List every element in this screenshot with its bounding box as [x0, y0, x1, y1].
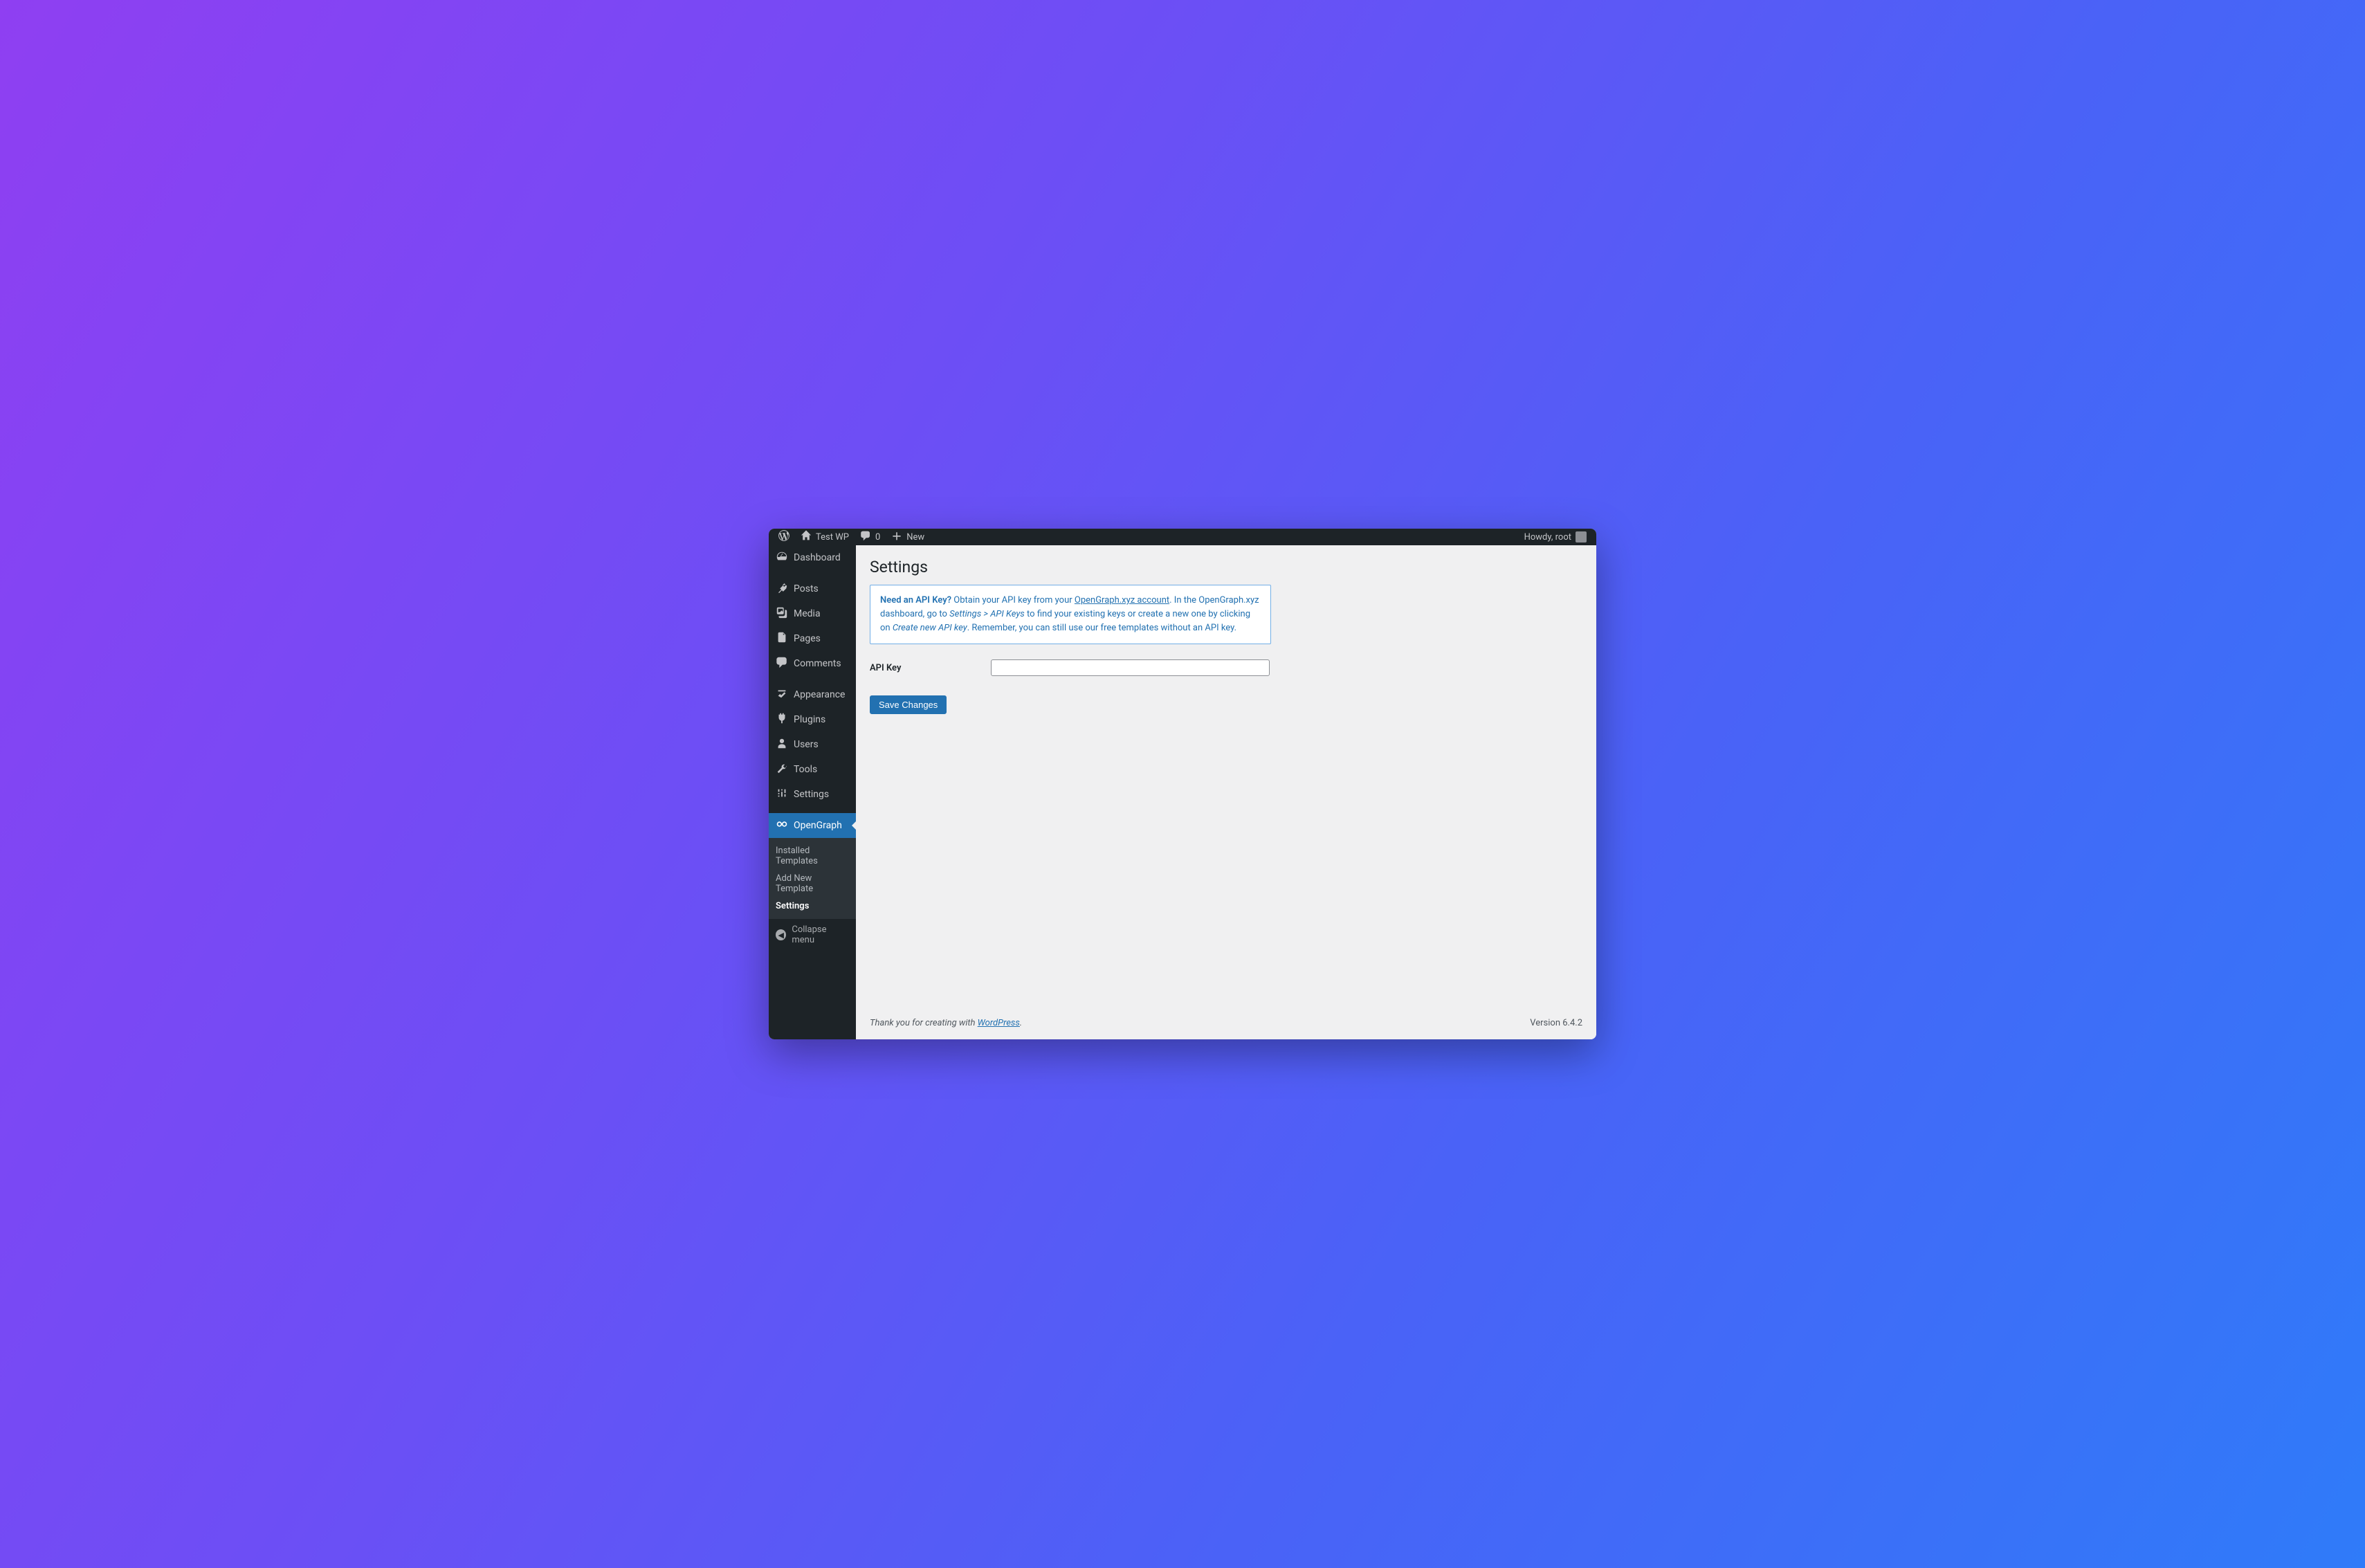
sidebar-item-settings[interactable]: Settings — [769, 782, 856, 807]
content-area: Settings Need an API Key? Obtain your AP… — [856, 545, 1596, 1039]
sidebar-item-label: Settings — [794, 789, 829, 800]
comment-icon — [860, 530, 871, 544]
settings-icon — [776, 787, 788, 802]
sidebar-item-label: Tools — [794, 764, 817, 775]
page-title: Settings — [870, 545, 1582, 585]
sidebar-item-label: OpenGraph — [794, 820, 842, 831]
sidebar-item-label: Posts — [794, 583, 819, 594]
api-key-notice: Need an API Key? Obtain your API key fro… — [870, 585, 1271, 644]
submenu-item-add-new-template[interactable]: Add New Template — [769, 870, 856, 897]
sidebar-item-label: Plugins — [794, 714, 825, 725]
sidebar-item-comments[interactable]: Comments — [769, 651, 856, 676]
plugin-icon — [776, 712, 788, 727]
page-icon — [776, 631, 788, 646]
opengraph-icon — [776, 818, 788, 833]
api-key-input[interactable] — [991, 659, 1270, 676]
sidebar-item-plugins[interactable]: Plugins — [769, 707, 856, 732]
sidebar-item-pages[interactable]: Pages — [769, 626, 856, 651]
api-key-label: API Key — [870, 663, 991, 673]
sidebar-item-media[interactable]: Media — [769, 601, 856, 626]
sidebar-item-label: Users — [794, 739, 819, 750]
version-text: Version 6.4.2 — [1530, 1018, 1582, 1028]
media-icon — [776, 606, 788, 621]
sidebar-item-label: Comments — [794, 658, 841, 669]
new-label: New — [906, 532, 924, 543]
avatar-icon — [1576, 531, 1587, 543]
api-key-row: API Key — [870, 659, 1582, 676]
new-content-link[interactable]: New — [886, 529, 930, 545]
collapse-icon: ◀ — [776, 929, 786, 940]
user-menu[interactable]: Howdy, root — [1519, 529, 1592, 545]
sidebar-item-appearance[interactable]: Appearance — [769, 682, 856, 707]
plus-icon — [891, 530, 902, 544]
sidebar-item-label: Media — [794, 608, 821, 619]
wordpress-logo-menu[interactable] — [773, 529, 795, 545]
notice-lead: Need an API Key? — [880, 595, 951, 605]
sidebar-item-dashboard[interactable]: Dashboard — [769, 545, 856, 570]
sidebar-item-opengraph[interactable]: OpenGraph — [769, 813, 856, 838]
collapse-menu-button[interactable]: ◀ Collapse menu — [769, 919, 856, 951]
opengraph-account-link[interactable]: OpenGraph.xyz account — [1075, 595, 1169, 605]
comments-count: 0 — [875, 532, 880, 543]
sidebar-item-label: Appearance — [794, 689, 845, 700]
howdy-text: Howdy, root — [1524, 532, 1571, 543]
comments-link[interactable]: 0 — [855, 529, 886, 545]
admin-bar: Test WP 0 New Howdy, root — [769, 529, 1596, 545]
site-name-link[interactable]: Test WP — [795, 529, 855, 545]
footer-thanks: Thank you for creating with WordPress. — [870, 1018, 1022, 1028]
tools-icon — [776, 762, 788, 777]
submenu-item-installed-templates[interactable]: Installed Templates — [769, 842, 856, 870]
sidebar-item-users[interactable]: Users — [769, 732, 856, 757]
wordpress-admin-frame: Test WP 0 New Howdy, root — [769, 529, 1596, 1039]
home-icon — [801, 530, 812, 544]
collapse-label: Collapse menu — [792, 924, 849, 945]
admin-sidebar: Dashboard Posts Media Pages Comments — [769, 545, 856, 1039]
dashboard-icon — [776, 550, 788, 565]
sidebar-submenu-opengraph: Installed Templates Add New Template Set… — [769, 838, 856, 919]
wordpress-link[interactable]: WordPress — [978, 1018, 1020, 1028]
pushpin-icon — [776, 581, 788, 596]
sidebar-item-tools[interactable]: Tools — [769, 757, 856, 782]
admin-footer: Thank you for creating with WordPress. V… — [870, 1008, 1582, 1039]
appearance-icon — [776, 687, 788, 702]
site-name: Test WP — [816, 532, 849, 543]
submenu-item-settings[interactable]: Settings — [769, 897, 856, 915]
sidebar-item-label: Dashboard — [794, 552, 841, 563]
users-icon — [776, 737, 788, 752]
comments-icon — [776, 656, 788, 671]
wordpress-logo-icon — [778, 530, 789, 544]
save-changes-button[interactable]: Save Changes — [870, 695, 947, 714]
sidebar-item-posts[interactable]: Posts — [769, 576, 856, 601]
sidebar-item-label: Pages — [794, 633, 821, 644]
